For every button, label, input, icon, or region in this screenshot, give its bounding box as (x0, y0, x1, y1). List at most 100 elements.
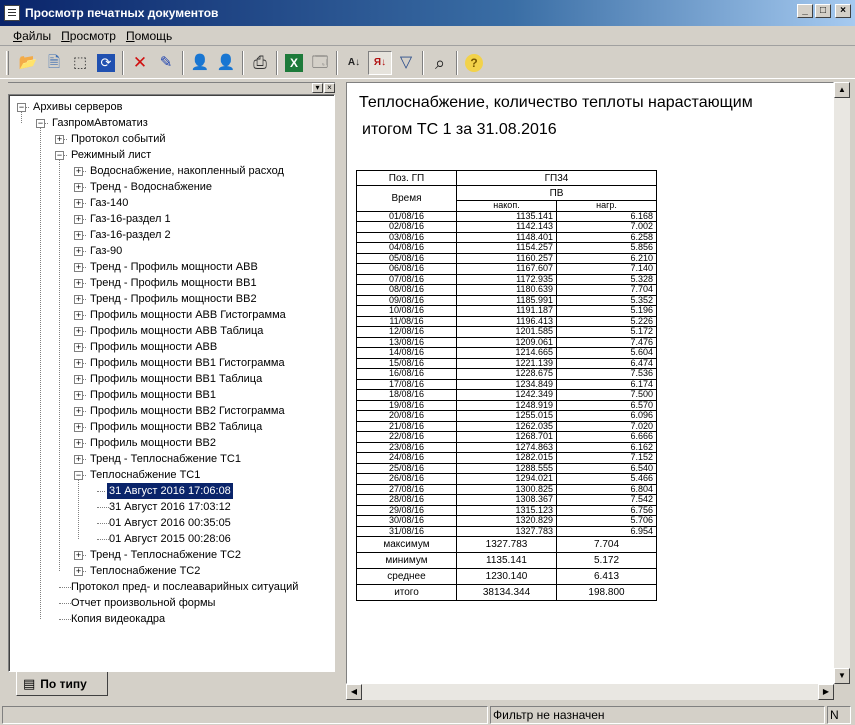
tree-node[interactable]: 01 Август 2016 00:35:05 (9, 515, 329, 531)
tree-node-label[interactable]: Газ-16-раздел 1 (88, 211, 173, 227)
minimize-button[interactable]: _ (797, 4, 813, 18)
menu-help[interactable]: Помощь (121, 29, 177, 43)
tree-node-label[interactable]: Водоснабжение, накопленный расход (88, 163, 286, 179)
toolbar-grip[interactable] (6, 50, 9, 75)
tree-node[interactable]: + Водоснабжение, накопленный расход (9, 163, 329, 179)
collapse-icon[interactable]: − (74, 471, 83, 480)
excel-export-icon[interactable]: X (285, 53, 303, 72)
tree-node-label[interactable]: Профиль мощности ABB (88, 339, 219, 355)
tree-node[interactable]: + Тренд - Теплоснабжение TC2 (9, 547, 329, 563)
tree-node-label[interactable]: Профиль мощности BB1 Гистограмма (88, 355, 287, 371)
tree-node-label[interactable]: ГазпромАвтоматиз (50, 115, 150, 131)
tree-node[interactable]: + Тренд - Теплоснабжение TC1 (9, 451, 329, 467)
tree-node[interactable]: + Тренд - Профиль мощности BB2 (9, 291, 329, 307)
tree-node-label[interactable]: 31 Август 2016 17:06:08 (106, 482, 234, 500)
tree-node-label[interactable]: Газ-140 (88, 195, 130, 211)
tree-node[interactable]: − Теплоснабжение TC1 (9, 467, 329, 483)
tree-node-label[interactable]: Тренд - Профиль мощности BB1 (88, 275, 259, 291)
tree-node-label[interactable]: 31 Август 2016 17:03:12 (107, 499, 233, 515)
expand-icon[interactable]: + (74, 423, 83, 432)
tree-node[interactable]: + Профиль мощности BB2 Таблица (9, 419, 329, 435)
tree-node-label[interactable]: Протокол событий (69, 131, 168, 147)
expand-icon[interactable]: + (74, 295, 83, 304)
expand-icon[interactable]: + (74, 407, 83, 416)
sort-descending-icon[interactable]: Я↓ (368, 50, 392, 75)
tree-node[interactable]: + Тренд - Водоснабжение (9, 179, 329, 195)
scroll-right-button[interactable]: ▶ (818, 684, 834, 700)
select-area-icon[interactable]: ⬚ (68, 51, 92, 75)
scroll-down-button[interactable]: ▼ (834, 668, 850, 684)
vertical-scrollbar[interactable]: ▲ ▼ (834, 82, 850, 684)
horizontal-scrollbar[interactable]: ◀ ▶ (346, 684, 834, 700)
tree-node-label[interactable]: Теплоснабжение TC1 (88, 467, 202, 483)
tree-node[interactable]: − Режимный лист (9, 147, 329, 163)
tree-node-label[interactable]: Тренд - Профиль мощности ABB (88, 259, 260, 275)
search-icon[interactable]: ⌕ (428, 51, 452, 75)
delete-icon[interactable]: ✕ (128, 51, 152, 75)
tree-node-label[interactable]: Тренд - Профиль мощности BB2 (88, 291, 259, 307)
tree-node-label[interactable]: Профиль мощности ABB Таблица (88, 323, 265, 339)
tree-node[interactable]: 01 Август 2015 00:28:06 (9, 531, 329, 547)
tree-node-label[interactable]: Профиль мощности BB2 (88, 435, 218, 451)
help-icon[interactable]: ? (465, 53, 483, 72)
tree-node-label[interactable]: Режимный лист (69, 147, 153, 163)
tree-node[interactable]: + Протокол событий (9, 131, 329, 147)
tree-node-label[interactable]: 01 Август 2016 00:35:05 (107, 515, 233, 531)
tree-node-label[interactable]: Тренд - Водоснабжение (88, 179, 214, 195)
document-tree[interactable]: − Архивы серверов − ГазпромАвтоматиз + Проток… (8, 94, 335, 672)
expand-icon[interactable]: + (74, 567, 83, 576)
expand-icon[interactable]: + (74, 439, 83, 448)
tree-node[interactable]: Протокол пред- и послеаварийных ситуаций (9, 579, 329, 595)
collapse-icon[interactable]: − (36, 119, 45, 128)
tree-node[interactable]: + Тренд - Профиль мощности BB1 (9, 275, 329, 291)
scroll-left-button[interactable]: ◀ (346, 684, 362, 700)
tree-node[interactable]: + Профиль мощности ABB Таблица (9, 323, 329, 339)
scroll-up-button[interactable]: ▲ (834, 82, 850, 98)
expand-icon[interactable]: + (74, 391, 83, 400)
expand-icon[interactable]: + (74, 215, 83, 224)
tree-node[interactable]: + Газ-140 (9, 195, 329, 211)
expand-icon[interactable]: + (74, 183, 83, 192)
tree-node[interactable]: 31 Август 2016 17:06:08 (9, 482, 329, 500)
tree-node[interactable]: Отчет произвольной формы (9, 595, 329, 611)
panel-close-button[interactable]: × (324, 83, 335, 93)
expand-icon[interactable]: + (74, 231, 83, 240)
tree-node-label[interactable]: Архивы серверов (31, 99, 124, 115)
tree-node-label[interactable]: Профиль мощности BB2 Таблица (88, 419, 264, 435)
tab-by-type[interactable]: ▤ По типу (16, 672, 108, 696)
tree-node[interactable]: + Профиль мощности BB1 (9, 387, 329, 403)
tree-node-label[interactable]: Газ-90 (88, 243, 124, 259)
filter-icon[interactable]: ▽ (394, 51, 418, 75)
print-preview-icon[interactable]: 🗎 (42, 51, 66, 75)
tree-node[interactable]: + Профиль мощности ABB (9, 339, 329, 355)
collapse-icon[interactable]: − (55, 151, 64, 160)
collapse-icon[interactable]: − (17, 103, 26, 112)
expand-icon[interactable]: + (74, 247, 83, 256)
tree-node[interactable]: + Профиль мощности ABB Гистограмма (9, 307, 329, 323)
tree-node-label[interactable]: Копия видеокадра (69, 611, 167, 627)
sort-ascending-icon[interactable]: A↓ (342, 51, 366, 75)
tree-node[interactable]: + Профиль мощности BB2 Гистограмма (9, 403, 329, 419)
expand-icon[interactable]: + (74, 455, 83, 464)
tree-node[interactable]: − ГазпромАвтоматиз (9, 115, 329, 131)
refresh-icon[interactable]: ⟳ (97, 53, 115, 72)
expand-icon[interactable]: + (74, 551, 83, 560)
expand-icon[interactable]: + (74, 327, 83, 336)
tree-node-label[interactable]: Тренд - Теплоснабжение TC1 (88, 451, 243, 467)
expand-icon[interactable]: + (74, 375, 83, 384)
expand-icon[interactable]: + (74, 199, 83, 208)
tree-node[interactable]: + Теплоснабжение TC2 (9, 563, 329, 579)
tree-node[interactable]: + Тренд - Профиль мощности ABB (9, 259, 329, 275)
tree-node[interactable]: + Газ-16-раздел 2 (9, 227, 329, 243)
open-folder-icon[interactable]: 📂 (16, 51, 40, 75)
close-button[interactable]: × (835, 4, 851, 18)
tree-node[interactable]: + Профиль мощности BB2 (9, 435, 329, 451)
tree-node-label[interactable]: Газ-16-раздел 2 (88, 227, 173, 243)
tree-node[interactable]: Копия видеокадра (9, 611, 329, 627)
maximize-button[interactable]: □ (815, 4, 831, 18)
user-remove-icon[interactable]: 👤 (214, 51, 238, 75)
connect-icon[interactable]: ✎ (154, 51, 178, 75)
tree-node[interactable]: + Газ-16-раздел 1 (9, 211, 329, 227)
expand-icon[interactable]: + (74, 311, 83, 320)
expand-icon[interactable]: + (74, 343, 83, 352)
